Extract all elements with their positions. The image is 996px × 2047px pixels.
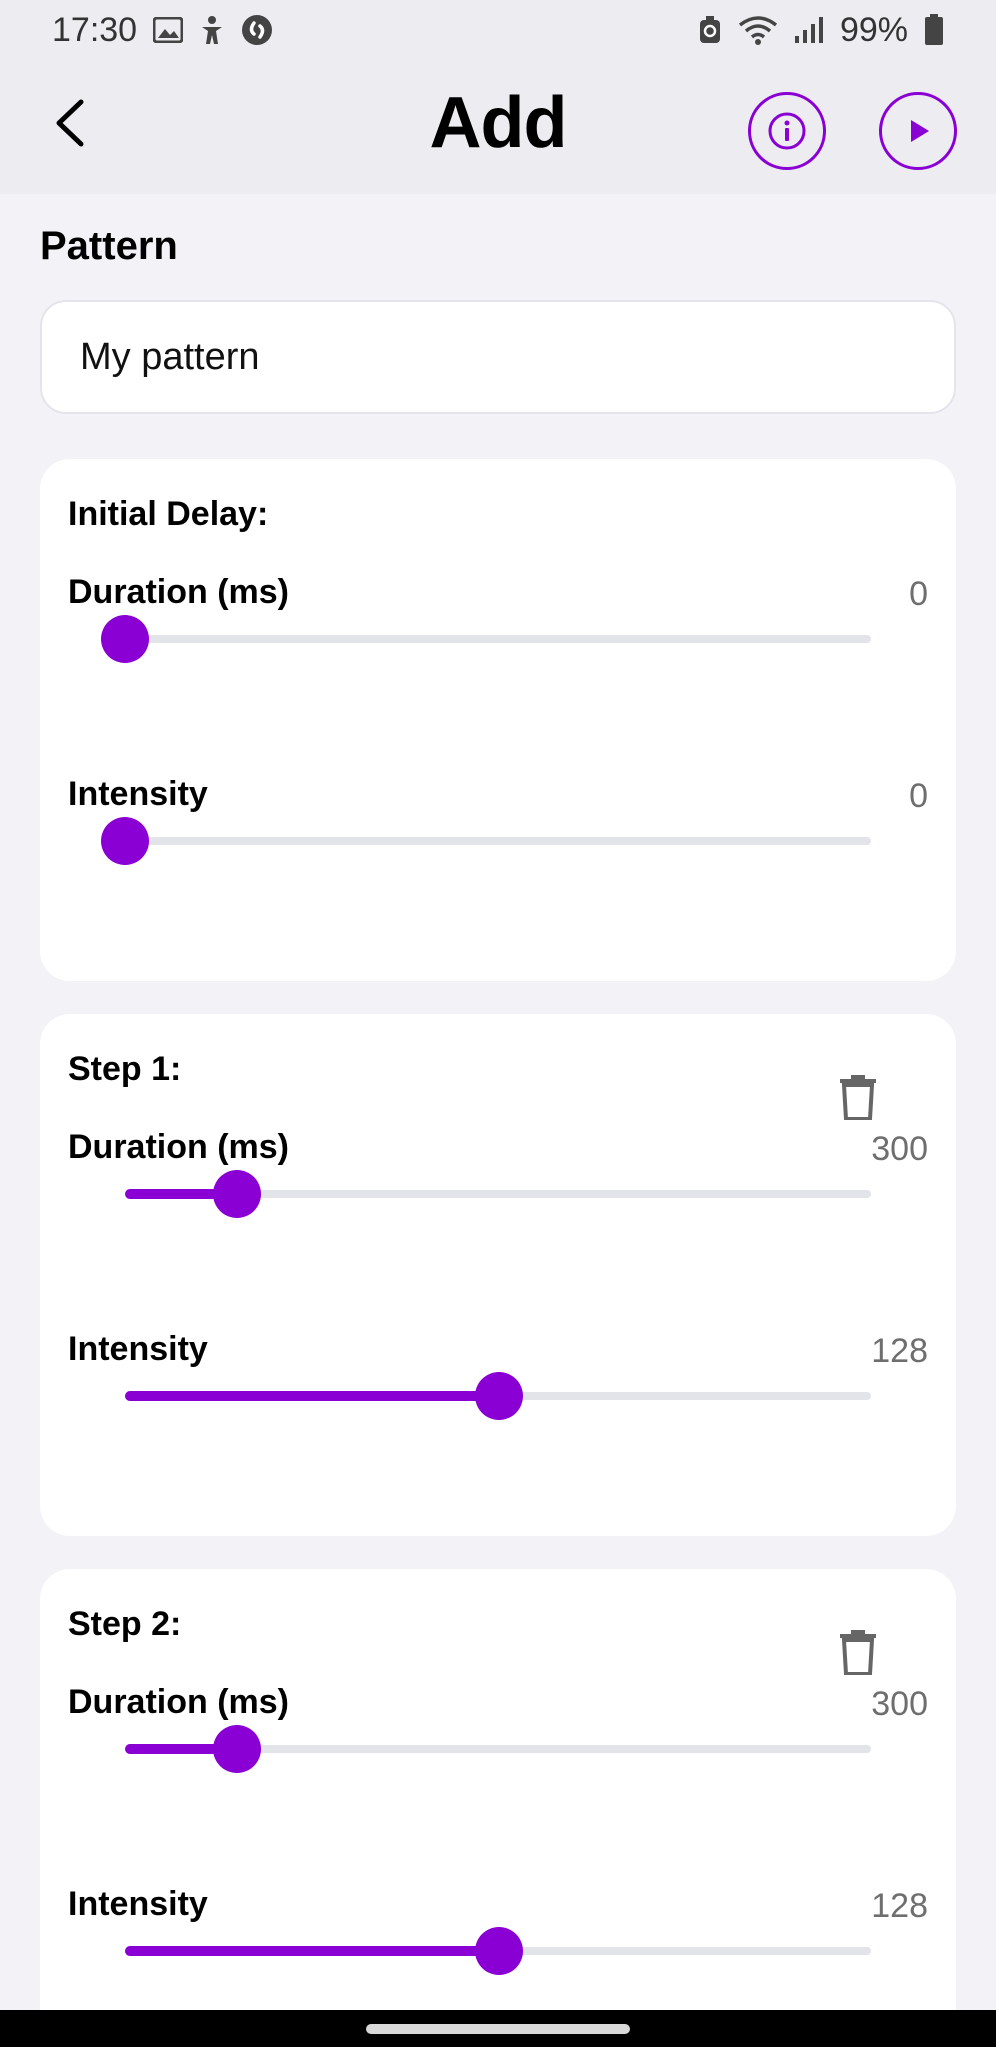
slider-thumb[interactable] — [213, 1725, 261, 1773]
battery-icon — [924, 14, 944, 46]
duration-value: 300 — [871, 1685, 928, 1723]
duration-value: 0 — [909, 575, 928, 613]
wifi-icon — [738, 15, 778, 45]
card-title: Initial Delay: — [68, 495, 269, 533]
shazam-icon — [241, 14, 273, 46]
status-right: 99% — [698, 11, 944, 50]
slider-thumb[interactable] — [213, 1170, 261, 1218]
slider-thumb[interactable] — [475, 1372, 523, 1420]
slider-track — [125, 837, 871, 845]
status-left: 17:30 — [52, 11, 273, 50]
pattern-name-value: My pattern — [80, 335, 260, 378]
play-icon — [911, 120, 929, 142]
screen: 17:30 99% Add Pattern My pattern Initial… — [0, 0, 996, 2047]
play-button[interactable] — [879, 92, 957, 170]
duration-label: Duration (ms) — [68, 1128, 289, 1166]
duration-label: Duration (ms) — [68, 573, 289, 611]
duration-slider[interactable] — [125, 1169, 871, 1219]
nfc-icon — [698, 15, 722, 45]
step-1-card: Step 1: Duration (ms) 300 Intensity 128 — [40, 1014, 956, 1536]
duration-slider[interactable] — [101, 614, 871, 664]
slider-track — [125, 635, 871, 643]
initial-delay-card: Initial Delay: Duration (ms) 0 Intensity… — [40, 459, 956, 981]
slider-thumb[interactable] — [101, 817, 149, 865]
slider-fill — [125, 1946, 499, 1956]
intensity-slider[interactable] — [101, 816, 871, 866]
card-title: Step 1: — [68, 1050, 182, 1088]
card-title: Step 2: — [68, 1605, 182, 1643]
slider-thumb[interactable] — [101, 615, 149, 663]
info-icon — [768, 112, 806, 150]
home-handle[interactable] — [366, 2024, 630, 2034]
gallery-icon — [153, 17, 184, 43]
intensity-value: 0 — [909, 777, 928, 815]
intensity-label: Intensity — [68, 1330, 208, 1368]
app-header: Add — [0, 60, 996, 194]
pattern-name-input[interactable]: My pattern — [40, 300, 956, 414]
intensity-value: 128 — [871, 1332, 928, 1370]
slider-thumb[interactable] — [475, 1927, 523, 1975]
duration-slider[interactable] — [125, 1724, 871, 1774]
system-nav-bar — [0, 2010, 996, 2047]
intensity-label: Intensity — [68, 775, 208, 813]
duration-label: Duration (ms) — [68, 1683, 289, 1721]
intensity-slider[interactable] — [125, 1926, 871, 1976]
page-title: Add — [429, 83, 568, 163]
status-bar: 17:30 99% — [0, 0, 996, 60]
trash-icon — [840, 1630, 876, 1676]
status-time: 17:30 — [52, 10, 138, 49]
intensity-value: 128 — [871, 1887, 928, 1925]
trash-icon — [840, 1075, 876, 1121]
delete-step-2-button[interactable] — [838, 1629, 888, 1685]
intensity-slider[interactable] — [125, 1371, 871, 1421]
accessibility-icon — [199, 15, 225, 45]
slider-fill — [125, 1391, 499, 1401]
duration-value: 300 — [871, 1130, 928, 1168]
step-2-card: Step 2: Duration (ms) 300 Intensity 128 — [40, 1569, 956, 2047]
info-button[interactable] — [748, 92, 826, 170]
intensity-label: Intensity — [68, 1885, 208, 1923]
battery-percent: 99% — [839, 10, 908, 49]
pattern-label: Pattern — [40, 224, 178, 268]
signal-icon — [794, 16, 824, 44]
delete-step-1-button[interactable] — [838, 1074, 888, 1130]
